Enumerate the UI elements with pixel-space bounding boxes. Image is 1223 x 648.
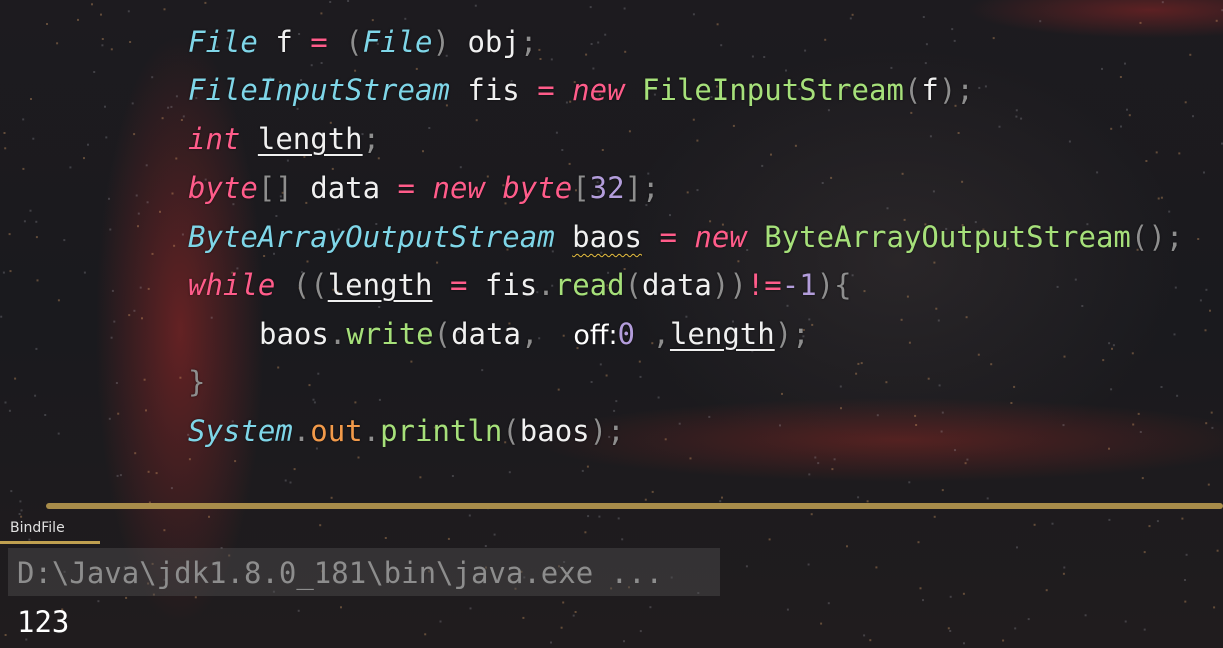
token-punct: ); [774,317,810,351]
token-type: System [188,414,293,448]
token-variable-warning: baos [572,220,642,254]
token-operator: = [659,220,677,254]
token-punct: ; [362,122,381,156]
token-variable: data [642,268,712,302]
token-field: out [310,414,363,448]
code-editor[interactable]: File f = (File) obj; FileInputStream fis… [0,0,1223,500]
token-method: read [554,268,625,302]
token-punct: [ [572,171,590,205]
token-punct: ; [1165,220,1184,254]
token-punct: , [520,317,539,351]
token-punct: ( [903,73,922,107]
code-line-3: int length; [188,119,380,159]
code-line-9: System.out.println(baos); [188,411,625,451]
token-punct: ) [432,25,450,59]
token-operator: = [537,73,555,107]
token-variable: length [257,122,363,156]
token-method: write [346,317,434,351]
token-keyword: byte [188,171,258,205]
token-variable: obj [467,25,520,59]
token-variable: data [451,317,521,351]
token-operator: = [449,268,468,302]
active-tab-indicator [0,541,100,544]
token-punct: } [188,365,206,399]
code-line-4: byte[] data = new byte[32]; [188,168,660,208]
run-tab-label: BindFile [10,520,65,536]
token-keyword: new [694,220,747,254]
token-punct: ; [956,73,974,107]
token-class: ByteArrayOutputStream [764,220,1131,254]
token-punct: . [537,268,555,302]
token-type: FileInputStream [188,73,450,107]
token-keyword: new [572,73,625,107]
token-variable: fis [484,268,538,302]
token-keyword: new [432,171,485,205]
token-type: File [188,25,258,59]
token-keyword: while [188,268,276,302]
token-punct: [] [257,171,293,205]
token-method: println [380,414,503,448]
token-punct: . [362,414,381,448]
token-variable: length [669,317,775,351]
code-line-2: FileInputStream fis = new FileInputStrea… [188,70,974,110]
token-punct: ( [624,268,643,302]
run-tab-bindfile[interactable]: BindFile [0,516,100,544]
run-command-text: D:\Java\jdk1.8.0_181\bin\java.exe ... [17,556,664,590]
token-variable: baos [519,414,590,448]
token-variable: f [921,73,939,107]
code-line-5: ByteArrayOutputStream baos = new ByteArr… [188,217,1183,257]
panel-divider[interactable] [46,503,1223,509]
token-punct: () [1130,220,1166,254]
token-keyword: int [188,122,241,156]
token-operator: = [397,171,416,205]
token-type: ByteArrayOutputStream [188,220,555,254]
token-variable: fis [467,73,520,107]
code-line-6: while ((length = fis.read(data))!=-1){ [188,265,852,305]
token-punct: ] [624,171,643,205]
token-punct: ( [502,414,520,448]
token-number: 0 [617,317,636,351]
token-punct: . [328,317,347,351]
token-variable: baos [259,317,329,351]
token-punct: ( [345,25,363,59]
token-punct: ); [589,414,625,448]
token-keyword: byte [502,171,573,205]
token-operator: != [746,268,782,302]
token-punct: ){ [816,268,852,302]
code-line-1: File f = (File) obj; [188,22,537,62]
token-punct: , [652,317,670,351]
token-punct: ( [433,317,452,351]
token-variable: data [310,171,381,205]
token-punct: (( [292,268,328,302]
token-operator: = [310,25,328,59]
parameter-hint: off: [573,320,618,351]
token-punct: . [292,414,311,448]
token-type: File [362,25,433,59]
token-punct: )) [711,268,747,302]
token-number: -1 [781,268,817,302]
token-punct: ; [519,25,538,59]
program-output: 123 [17,605,70,639]
token-number: 32 [589,171,625,205]
token-class: FileInputStream [642,73,904,107]
code-line-8: } [188,362,205,402]
token-variable: f [275,25,293,59]
code-line-7: baos.write(data, off:0 ,length); [259,314,810,354]
token-punct: ; [642,171,660,205]
token-variable: length [327,268,433,302]
token-punct: ) [938,73,957,107]
